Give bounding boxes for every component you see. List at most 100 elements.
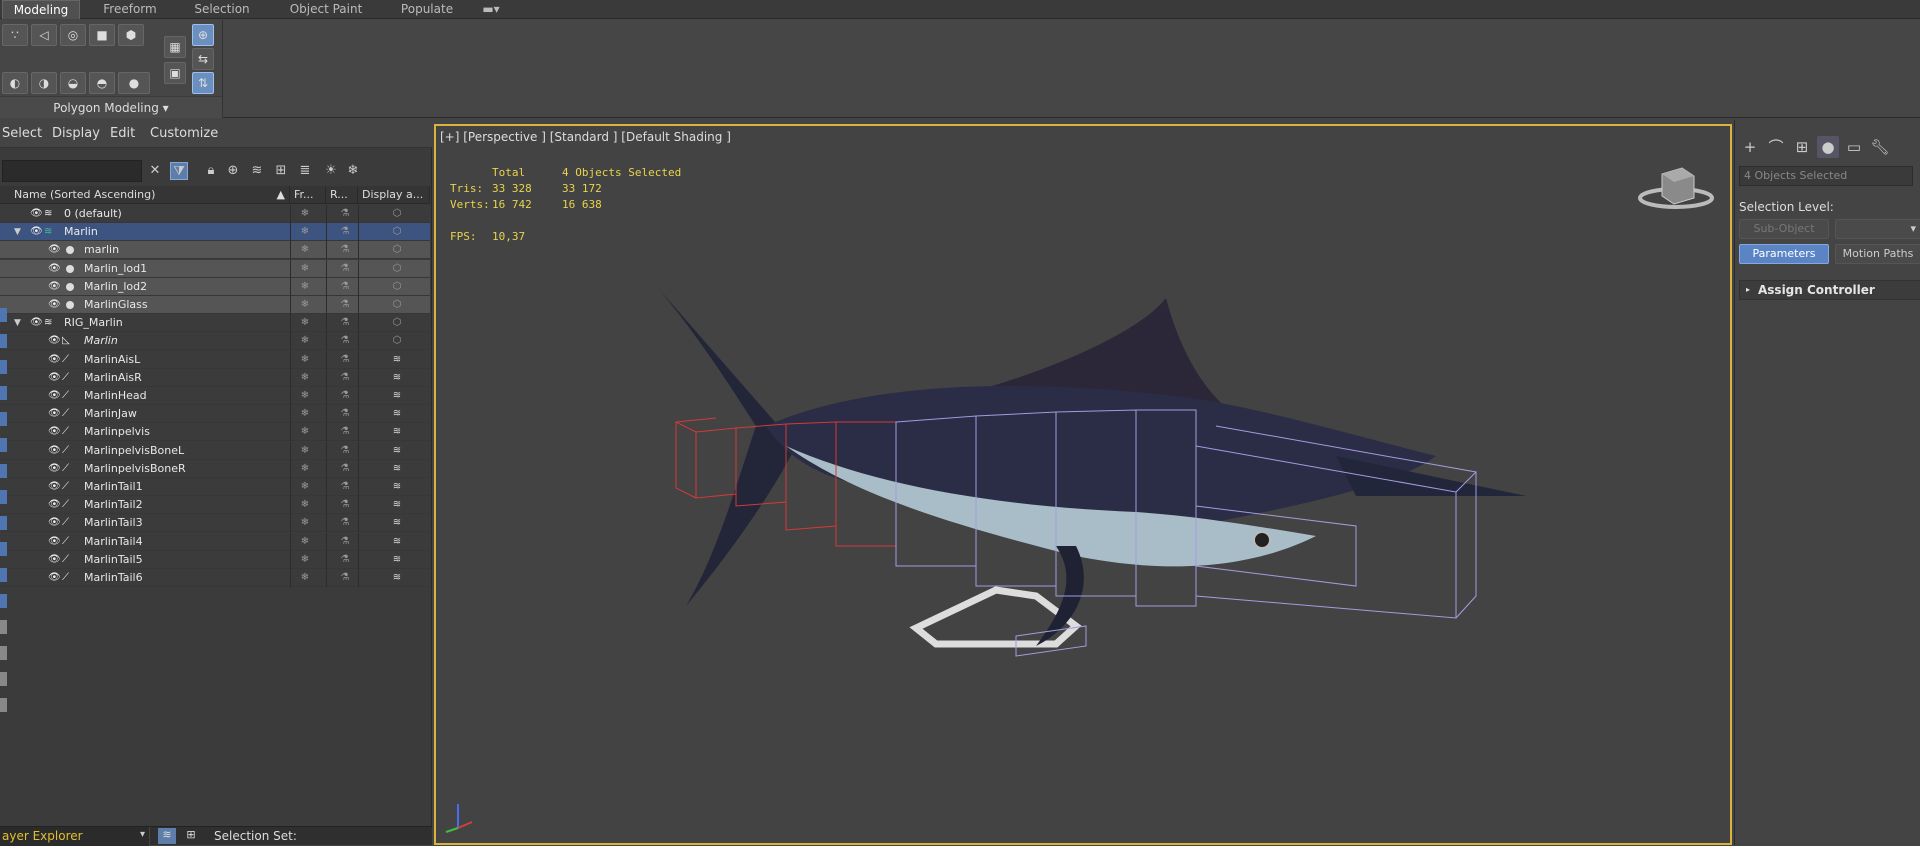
visibility-eye-icon[interactable]: 👁︎	[48, 533, 61, 551]
visibility-eye-icon[interactable]: 👁︎	[48, 296, 61, 314]
render-toggle-icon[interactable]: ⚗	[340, 387, 350, 405]
visibility-eye-icon[interactable]: 👁︎	[48, 241, 61, 259]
side-tool-icon[interactable]	[0, 568, 7, 582]
tab-modeling[interactable]: Modeling	[2, 0, 80, 19]
ribbon-options-dropdown[interactable]: ▬▾	[476, 0, 506, 19]
render-toggle-icon[interactable]: ⚗	[340, 442, 350, 460]
motion-paths-button[interactable]: Motion Paths	[1835, 244, 1920, 264]
visibility-eye-icon[interactable]: 👁︎	[48, 278, 61, 296]
layers-toggle-icon[interactable]: ≋	[158, 828, 176, 844]
render-toggle-icon[interactable]: ⚗	[340, 296, 350, 314]
tab-selection[interactable]: Selection	[180, 0, 264, 19]
tree-row[interactable]: 👁︎ ⟋ MarlinAisL ❄ ⚗ ≋	[0, 350, 430, 369]
tree-row[interactable]: 👁︎ marlin ❄ ⚗ ⬡	[0, 241, 430, 260]
visibility-eye-icon[interactable]: 👁︎	[48, 369, 61, 387]
render-toggle-icon[interactable]: ⚗	[340, 551, 350, 569]
visibility-eye-icon[interactable]: 👁︎	[48, 496, 61, 514]
column-render[interactable]: R...	[326, 186, 358, 204]
side-tool-icon[interactable]	[0, 360, 7, 374]
visibility-eye-icon[interactable]: 👁︎	[30, 205, 43, 223]
display-mode-icon[interactable]: ≋	[392, 514, 402, 532]
side-tool-icon[interactable]	[0, 438, 7, 452]
tree-row[interactable]: ▼ 👁︎ ≋ Marlin ❄ ⚗ ⬡	[0, 223, 430, 242]
tree-row[interactable]: 👁︎ ⟋ MarlinTail1 ❄ ⚗ ≋	[0, 478, 430, 496]
column-frozen[interactable]: Fr...	[290, 186, 326, 204]
sub-object-button[interactable]: Sub-Object	[1739, 219, 1829, 239]
visibility-eye-icon[interactable]: 👁︎	[48, 423, 61, 441]
display-mode-icon[interactable]: ⬡	[392, 314, 402, 332]
side-tool-icon[interactable]	[0, 412, 7, 426]
assign-controller-rollout[interactable]: ▸ Assign Controller	[1739, 280, 1920, 300]
stack-icon[interactable]: ≣	[296, 162, 314, 180]
display-mode-icon[interactable]: ⬡	[392, 205, 402, 223]
parameters-button[interactable]: Parameters	[1739, 244, 1829, 264]
utilities-icon[interactable]: 🔧︎	[1869, 136, 1891, 158]
column-display[interactable]: Display a...	[358, 186, 430, 204]
menu-select[interactable]: Select	[2, 120, 42, 148]
display-mode-icon[interactable]: ⬡	[392, 223, 402, 241]
display-mode-icon[interactable]: ≋	[392, 460, 402, 478]
tree-row[interactable]: ▼ 👁︎ ≋ RIG_Marlin ❄ ⚗ ⬡	[0, 314, 430, 333]
display-mode-icon[interactable]: ≋	[392, 387, 402, 405]
tree-row[interactable]: 👁︎ ⟋ MarlinTail6 ❄ ⚗ ≋	[0, 569, 430, 587]
repeat-icon[interactable]: ◓	[89, 72, 115, 94]
display-mode-icon[interactable]: ⬡	[392, 332, 402, 350]
visibility-eye-icon[interactable]: 👁︎	[30, 314, 43, 332]
render-toggle-icon[interactable]: ⚗	[340, 205, 350, 223]
explorer-type-dropdown[interactable]: ayer Explorer	[0, 827, 150, 846]
perspective-viewport[interactable]: [+] [Perspective ] [Standard ] [Default …	[434, 124, 1732, 845]
visibility-eye-icon[interactable]: 👁︎	[48, 514, 61, 532]
constraint-icon[interactable]: ⊕	[192, 24, 214, 46]
render-toggle-icon[interactable]: ⚗	[340, 278, 350, 296]
tree-row[interactable]: 👁︎ ≋ 0 (default) ❄ ⚗ ⬡	[0, 205, 430, 223]
freeze-toggle-icon[interactable]: ❄	[300, 369, 310, 387]
tree-row[interactable]: 👁︎ MarlinGlass ❄ ⚗ ⬡	[0, 296, 430, 314]
side-tool-icon[interactable]	[0, 334, 7, 348]
display-mode-icon[interactable]: ≋	[392, 478, 402, 496]
freeze-toggle-icon[interactable]: ❄	[300, 478, 310, 496]
display-mode-icon[interactable]: ⬡	[392, 296, 402, 314]
display-mode-icon[interactable]: ≋	[392, 533, 402, 551]
freeze-toggle-icon[interactable]: ❄	[300, 314, 310, 332]
render-toggle-icon[interactable]: ⚗	[340, 369, 350, 387]
vertex-mode-icon[interactable]: ∵	[2, 24, 28, 46]
side-tool-icon[interactable]	[0, 646, 7, 660]
visibility-eye-icon[interactable]: 👁︎	[48, 387, 61, 405]
freeze-icon[interactable]: ❄	[344, 162, 362, 180]
visibility-eye-icon[interactable]: 👁︎	[48, 478, 61, 496]
render-toggle-icon[interactable]: ⚗	[340, 241, 350, 259]
tree-row[interactable]: 👁︎ ⟋ Marlinpelvis ❄ ⚗ ≋	[0, 423, 430, 442]
tree-row[interactable]: 👁︎ ⟋ MarlinTail4 ❄ ⚗ ≋	[0, 532, 430, 551]
visibility-eye-icon[interactable]: 👁︎	[48, 442, 61, 460]
motion-icon[interactable]: ●	[1817, 136, 1839, 158]
tab-populate[interactable]: Populate	[390, 0, 464, 19]
freeze-toggle-icon[interactable]: ❄	[300, 278, 310, 296]
render-toggle-icon[interactable]: ⚗	[340, 460, 350, 478]
tree-row[interactable]: 👁︎ Marlin_lod2 ❄ ⚗ ⬡	[0, 277, 430, 296]
use-nurms-icon[interactable]: ▦	[164, 36, 186, 58]
hierarchy-icon[interactable]: ⊞	[1791, 136, 1813, 158]
side-tool-icon[interactable]	[0, 386, 7, 400]
display-mode-icon[interactable]: ⬡	[392, 278, 402, 296]
display-icon[interactable]: ▭	[1843, 136, 1865, 158]
tree-row[interactable]: 👁︎ ⟋ MarlinTail3 ❄ ⚗ ≋	[0, 514, 430, 533]
freeze-toggle-icon[interactable]: ❄	[300, 387, 310, 405]
menu-customize[interactable]: Customize	[150, 120, 218, 148]
marlin-model[interactable]	[436, 126, 1732, 845]
layers-icon[interactable]: ≋	[248, 162, 266, 180]
hierarchy-icon[interactable]: ⊞	[272, 162, 290, 180]
render-toggle-icon[interactable]: ⚗	[340, 405, 350, 423]
render-toggle-icon[interactable]: ⚗	[340, 569, 350, 587]
display-mode-icon[interactable]: ≋	[392, 369, 402, 387]
chevron-down-icon[interactable]: ▾	[140, 829, 145, 840]
freeze-toggle-icon[interactable]: ❄	[300, 296, 310, 314]
tab-object-paint[interactable]: Object Paint	[276, 0, 376, 19]
display-mode-icon[interactable]: ⬡	[392, 260, 402, 278]
modify-mode-icon[interactable]: ◐	[2, 72, 28, 94]
column-name[interactable]: Name (Sorted Ascending) ▲	[10, 186, 290, 204]
lightbulb-icon[interactable]: ☀	[322, 162, 340, 180]
add-layer-icon[interactable]: ⊕	[224, 162, 242, 180]
visibility-eye-icon[interactable]: 👁︎	[48, 569, 61, 587]
side-tool-icon[interactable]	[0, 308, 7, 322]
search-input[interactable]	[2, 160, 142, 182]
